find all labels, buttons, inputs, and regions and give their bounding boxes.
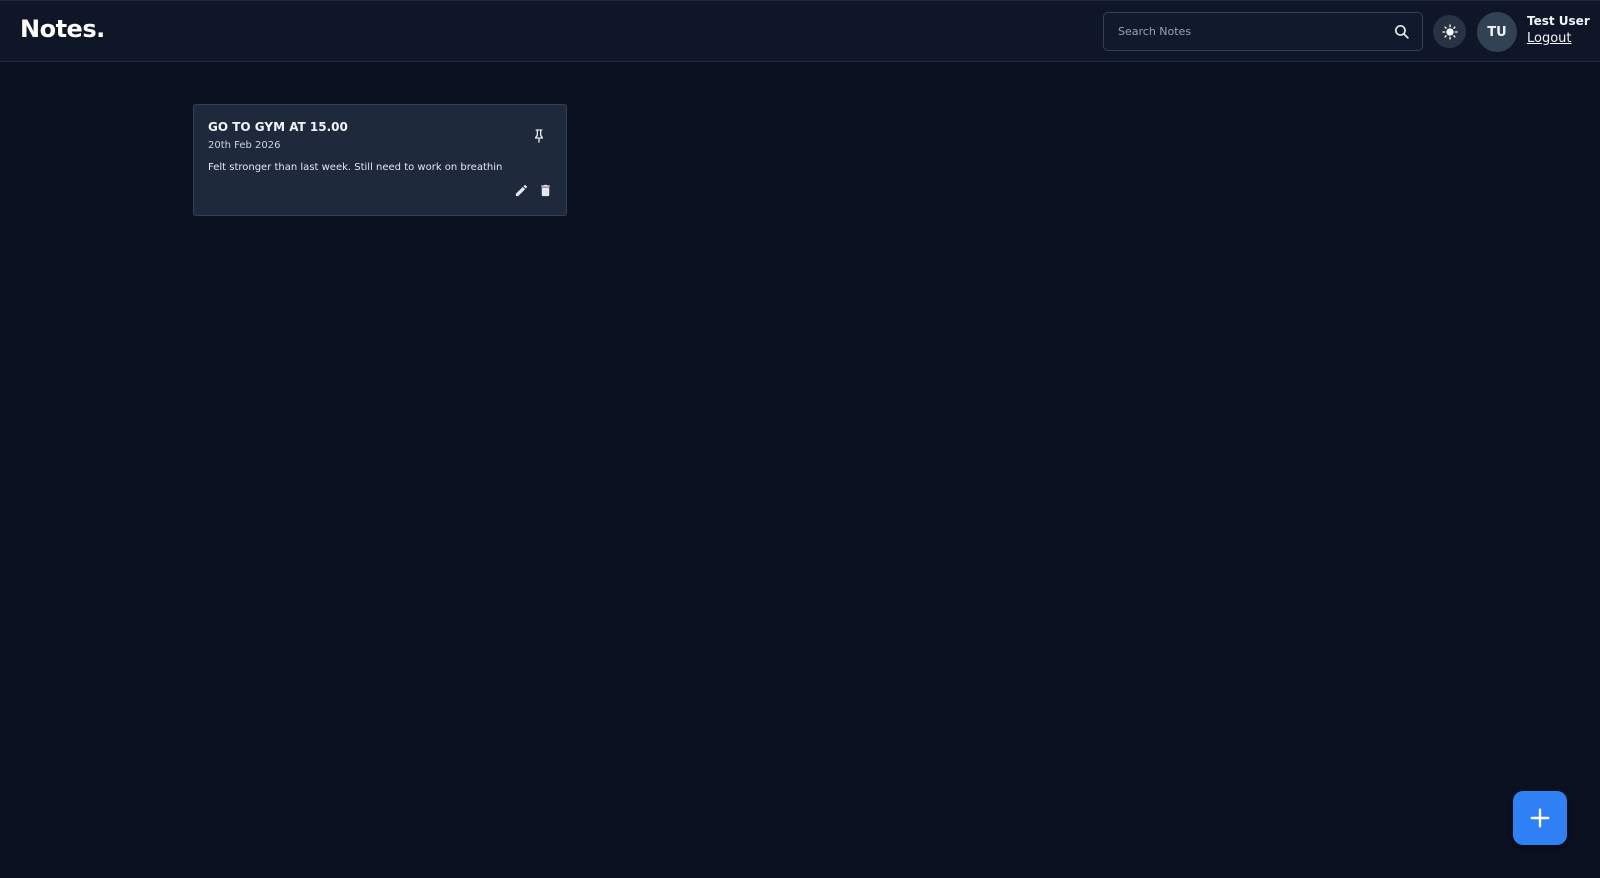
note-date: 20th Feb 2026: [208, 140, 281, 151]
delete-icon[interactable]: [538, 183, 553, 198]
note-title: GO TO GYM AT 15.00: [208, 120, 348, 134]
search-input[interactable]: [1104, 13, 1384, 50]
pin-icon[interactable]: [531, 128, 547, 144]
note-card[interactable]: GO TO GYM AT 15.00 20th Feb 2026 Felt st…: [193, 104, 567, 216]
edit-icon[interactable]: [514, 183, 529, 198]
note-content: Felt stronger than last week. Still need…: [208, 162, 503, 173]
search-icon[interactable]: [1393, 23, 1410, 40]
user-name: Test User: [1527, 14, 1590, 28]
add-note-button[interactable]: [1513, 791, 1567, 845]
sun-icon: [1441, 23, 1458, 40]
theme-toggle-button[interactable]: [1433, 15, 1466, 48]
logout-link[interactable]: Logout: [1527, 31, 1572, 46]
user-avatar: TU: [1477, 12, 1517, 52]
search-box: [1103, 12, 1423, 51]
app-logo[interactable]: Notes.: [20, 15, 105, 43]
navbar: Notes. TU Test User Logout: [0, 0, 1600, 62]
plus-icon: [1530, 808, 1550, 828]
